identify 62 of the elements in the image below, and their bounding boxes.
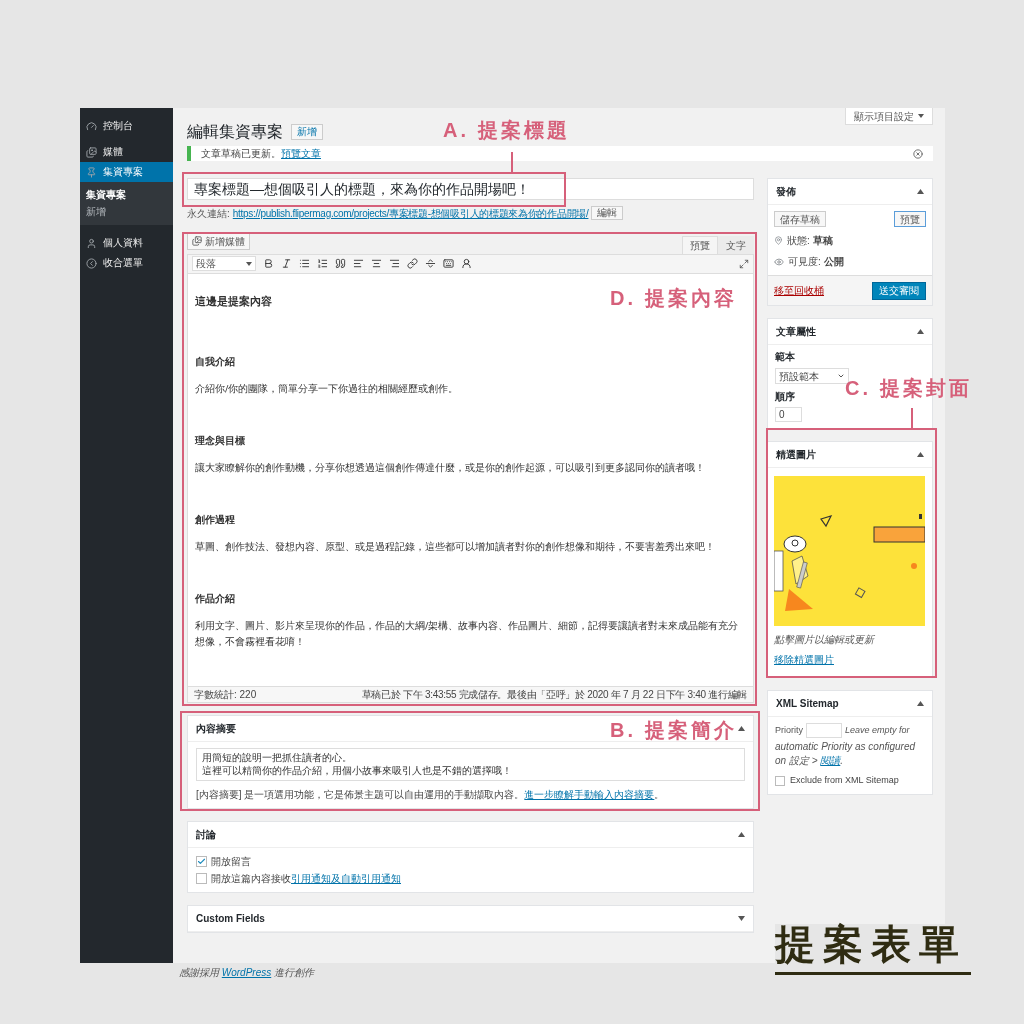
save-status: 草稿已於 下午 3:43:55 完成儲存。最後由「亞呼」於 2020 年 7 月 22 日下午 3:40 進行編輯 <box>361 688 747 702</box>
panel-title: 討論 <box>196 828 216 842</box>
permalink-label: 永久連結: <box>187 206 230 221</box>
order-input[interactable]: 0 <box>775 407 802 422</box>
content-heading: 自我介紹 <box>195 355 235 369</box>
priority-note: automatic Priority as configured on 設定 > 閱讀. <box>775 740 917 768</box>
remove-image-link[interactable]: 移除精選圖片 <box>774 652 834 667</box>
order-label: 順序 <box>775 390 796 404</box>
content-heading: 創作過程 <box>195 513 235 527</box>
content-intro: 這邊是提案內容 <box>195 293 272 310</box>
word-count: 字數統計: 220 <box>194 688 257 702</box>
excerpt-help-text: [內容摘要] 是一項選用功能，它是佈景主題可以自由運用的手動擷取內容。進一步瞭解手動輸入內容摘要。 <box>196 788 666 802</box>
sidebar-item[interactable]: 媒體 <box>80 142 173 162</box>
checkbox-label: Exclude from XML Sitemap <box>790 774 899 787</box>
submenu-item[interactable]: 新增 <box>80 205 173 219</box>
content-heading: 理念與目標 <box>195 434 245 448</box>
content-paragraph: 讓大家瞭解你的創作動機，分享你想透過這個創作傳達什麼，或是你的創作起源，可以吸引到更多認同你的讀者哦！ <box>195 461 706 475</box>
annotation-label: B. 提案簡介 <box>610 720 737 740</box>
submenu-item[interactable]: 集資專案 <box>80 188 173 202</box>
wordpress-link[interactable]: WordPress <box>221 967 272 978</box>
save-draft-button[interactable]: 儲存草稿 <box>774 211 826 227</box>
preview-link[interactable]: 預覽文章 <box>281 146 321 161</box>
annotation-label: A. 提案標題 <box>443 120 570 140</box>
visibility-text: 可見度: 公開 <box>788 255 844 269</box>
title-input[interactable]: 專案標題—想個吸引人的標題，來為你的作品開場吧！ <box>187 178 754 200</box>
add-new-button[interactable]: 新增 <box>291 124 323 140</box>
excerpt-field[interactable]: 用簡短的說明一把抓住讀者的心。 這裡可以精簡你的作品介紹，用個小故事來吸引人也是不錯的選擇哦！ <box>196 748 745 781</box>
content-heading: 作品介紹 <box>195 592 235 606</box>
footer-credit: 感謝採用 WordPress 進行創作 <box>179 966 316 980</box>
page-title: 編輯集資專案 <box>187 122 283 142</box>
sidebar-item[interactable]: 控制台 <box>80 116 173 136</box>
sidebar-item[interactable]: 收合選單 <box>80 253 173 273</box>
format-select[interactable]: 段落 <box>192 256 256 272</box>
template-label: 範本 <box>775 350 796 364</box>
sidebar-item[interactable]: 集資專案 <box>80 162 173 182</box>
panel-title: Custom Fields <box>196 912 265 926</box>
panel-title: 精選圖片 <box>776 448 816 462</box>
panel-title: 內容摘要 <box>196 722 236 736</box>
editor-tab[interactable]: 文字 <box>718 235 754 254</box>
annotation-label: D. 提案內容 <box>610 288 737 308</box>
notice-text: 文章草稿已更新。 <box>201 147 281 161</box>
edit-button[interactable]: 編輯 <box>591 206 624 220</box>
panel-title: 發佈 <box>776 185 796 199</box>
sidebar-item[interactable]: 個人資料 <box>80 233 173 253</box>
submit-button[interactable]: 送交審閱 <box>872 281 926 300</box>
trash-link[interactable]: 移至回收桶 <box>774 283 824 298</box>
preview-button[interactable]: 預覽 <box>894 211 926 227</box>
content-paragraph: 利用文字、圖片、影片來呈現你的作品，作品的大綱/架構、故事內容、作品圖片、細節，記得要讓讀者對未來成品能有充分想像，不會霧裡看花唷！ <box>195 619 740 649</box>
panel-title: 文章屬性 <box>776 325 816 339</box>
screen-options-button[interactable]: 顯示項目設定 <box>845 108 933 125</box>
content-paragraph: 介紹你/你的團隊，簡單分享一下你過往的相關經歷或創作。 <box>195 382 460 396</box>
checkbox-label: 開放留言 <box>211 855 251 869</box>
checkbox-label: 開放這篇內容接收引用通知及自動引用通知 <box>211 872 401 886</box>
panel-title: XML Sitemap <box>776 697 839 711</box>
featured-image-hint: 點擊圖片以編輯或更新 <box>774 633 874 647</box>
priority-label: Priority <box>775 723 803 737</box>
status-text: 狀態: 草稿 <box>787 234 833 248</box>
content-paragraph: 草圖、創作技法、發想內容、原型、或是過程記錄，這些都可以增加讀者對你的創作想像和期待，不要害羞秀出來吧！ <box>195 540 716 554</box>
trackback-link[interactable]: 引用通知及自動引用通知 <box>291 873 401 884</box>
priority-note: Leave empty for <box>845 723 910 737</box>
editor-tab[interactable]: 預覽 <box>682 235 718 254</box>
permalink-url[interactable]: https://publish.flipermag.com/projects/專案標題-想個吸引人的標題來為你的作品開場/ <box>232 205 589 221</box>
